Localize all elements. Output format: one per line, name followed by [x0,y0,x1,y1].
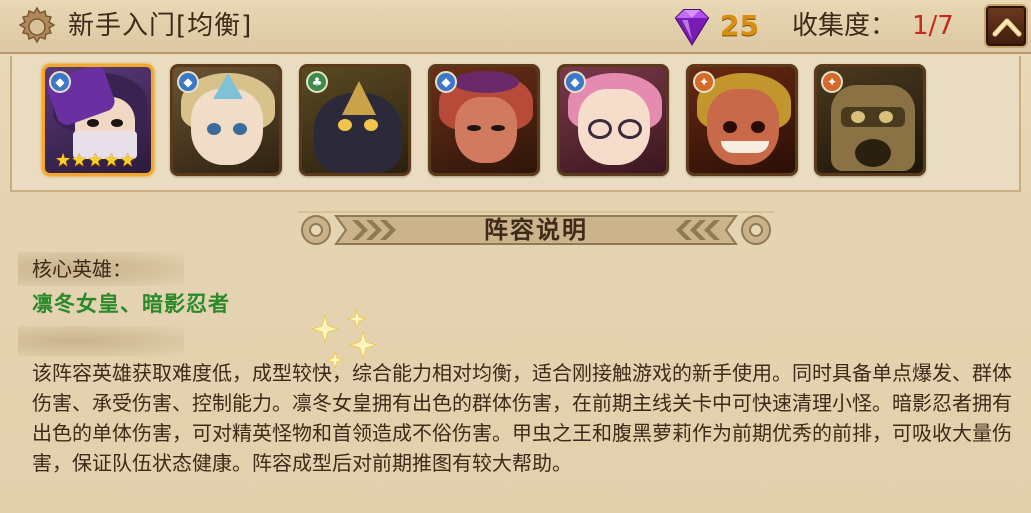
header-bar: 新手入门[均衡] 25 收集度： 1/7 [0,0,1031,54]
water-faction-icon: ◆ [564,71,586,93]
fire-faction-icon: ✦ [693,71,715,93]
section-title: 阵容说明 [484,216,588,244]
collapse-button[interactable] [984,4,1028,48]
hero-card-4[interactable]: ◆ [428,64,540,176]
label-highlight [18,326,184,356]
gem-count: 25 [720,9,759,42]
hero-card-7[interactable]: ✦ [814,64,926,176]
core-heroes-names: 凛冬女皇、暗影忍者 [32,292,230,316]
page-title: 新手入门[均衡] [68,11,253,41]
hero-card-3[interactable]: ♣ [299,64,411,176]
nature-faction-icon: ♣ [306,71,328,93]
star-rating: ★★★★★ [55,150,136,171]
hero-card-5[interactable]: ◆ [557,64,669,176]
collection-progress: 1/7 [912,11,954,41]
water-faction-icon: ◆ [435,71,457,93]
chevron-up-icon [992,18,1022,37]
gear-icon [18,6,56,44]
hero-card-6[interactable]: ✦ [686,64,798,176]
core-heroes-label: 核心英雄： [32,257,132,281]
water-faction-icon: ◆ [177,71,199,93]
hero-card-2[interactable]: ◆ [170,64,282,176]
team-description: 该阵容英雄获取难度低，成型较快，综合能力相对均衡，适合刚接触游戏的新手使用。同时… [32,361,1012,475]
team-detail-panel: 新手入门[均衡] 25 收集度： 1/7 ◆ ★★★★★ ◆ ♣ ◆ ◆ ✦ ✦… [0,0,1031,513]
gem-icon [674,9,710,46]
fire-faction-icon: ✦ [821,71,843,93]
hero-card-1[interactable]: ◆ ★★★★★ [42,64,154,176]
collection-label: 收集度： [792,11,897,41]
water-faction-icon: ◆ [49,71,71,93]
